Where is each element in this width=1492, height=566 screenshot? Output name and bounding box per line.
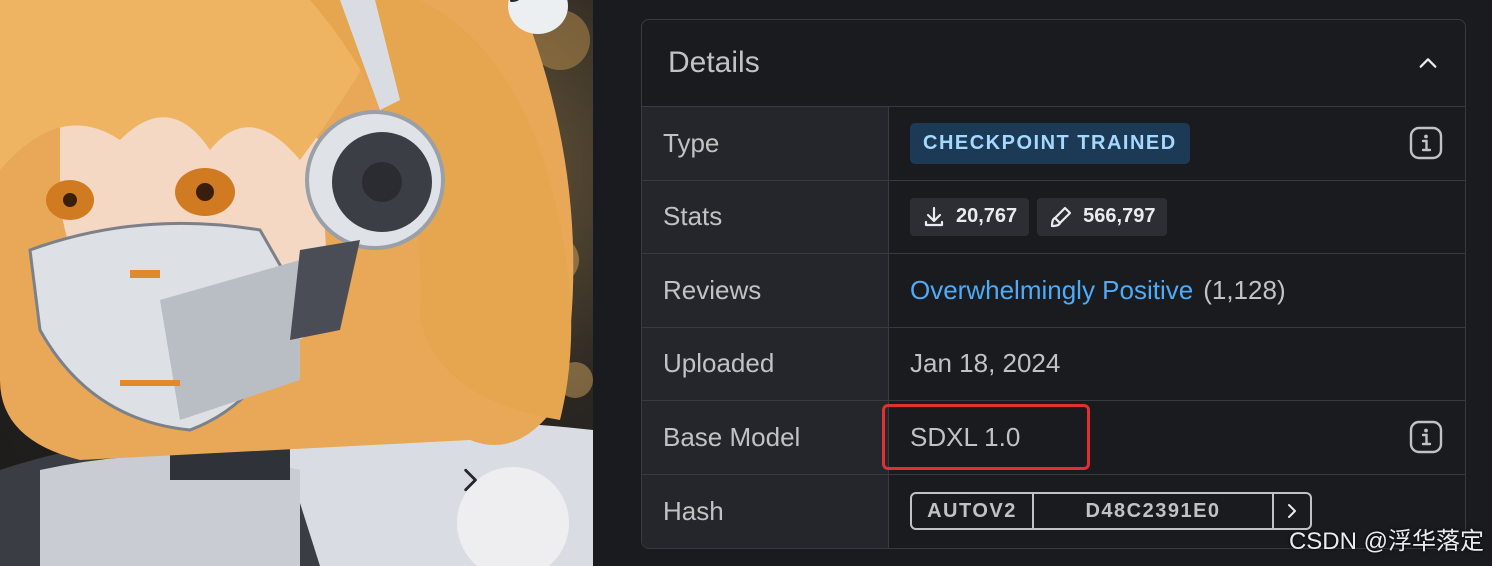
detail-row-stats: Stats 20,767 566,797 — [642, 180, 1465, 254]
row-value: Overwhelmingly Positive (1,128) — [889, 254, 1465, 327]
info-icon[interactable] — [1409, 126, 1443, 160]
chevron-right-icon — [464, 468, 477, 492]
brush-icon — [510, 0, 519, 2]
hash-value-button[interactable]: D48C2391E0 — [1034, 494, 1274, 529]
generations-stat: 566,797 — [1037, 197, 1168, 236]
details-title: Details — [668, 46, 760, 79]
detail-row-reviews: Reviews Overwhelmingly Positive (1,128) — [642, 254, 1465, 328]
row-label: Reviews — [642, 254, 889, 327]
row-value: CHECKPOINT TRAINED — [889, 107, 1465, 180]
model-preview-image — [0, 0, 593, 566]
hash-type-button[interactable]: AUTOV2 — [912, 494, 1034, 529]
detail-row-uploaded: Uploaded Jan 18, 2024 — [642, 327, 1465, 401]
reviews-rating-link[interactable]: Overwhelmingly Positive — [910, 275, 1193, 306]
row-label: Stats — [642, 180, 889, 253]
detail-row-type: Type CHECKPOINT TRAINED — [642, 107, 1465, 181]
row-label: Uploaded — [642, 327, 889, 400]
details-panel: Details Type CHECKPOINT TRAINED Stats 20… — [641, 19, 1466, 549]
chevron-up-icon[interactable] — [1417, 52, 1439, 74]
downloads-stat: 20,767 — [910, 197, 1030, 236]
row-value: 20,767 566,797 — [889, 181, 1465, 254]
detail-row-base-model: Base Model SDXL 1.0 — [642, 401, 1465, 475]
watermark: CSDN @浮华落定 — [1288, 528, 1484, 555]
row-value: Jan 18, 2024 — [889, 328, 1465, 401]
reviews-count: (1,128) — [1203, 274, 1286, 305]
row-label: Base Model — [642, 401, 889, 474]
info-icon[interactable] — [1409, 420, 1443, 454]
downloads-count: 20,767 — [956, 205, 1018, 228]
row-label: Type — [642, 107, 889, 180]
download-icon — [924, 206, 944, 226]
row-label: Hash — [642, 474, 889, 548]
annotation-highlight-box — [882, 404, 1090, 470]
brush-icon — [1051, 206, 1072, 227]
hash-group: AUTOV2 D48C2391E0 — [910, 492, 1312, 531]
details-header[interactable]: Details — [642, 20, 1465, 107]
generations-count: 566,797 — [1083, 205, 1156, 228]
chevron-right-icon — [1288, 504, 1296, 519]
upload-date: Jan 18, 2024 — [910, 348, 1061, 379]
model-type-badge: CHECKPOINT TRAINED — [910, 122, 1190, 164]
